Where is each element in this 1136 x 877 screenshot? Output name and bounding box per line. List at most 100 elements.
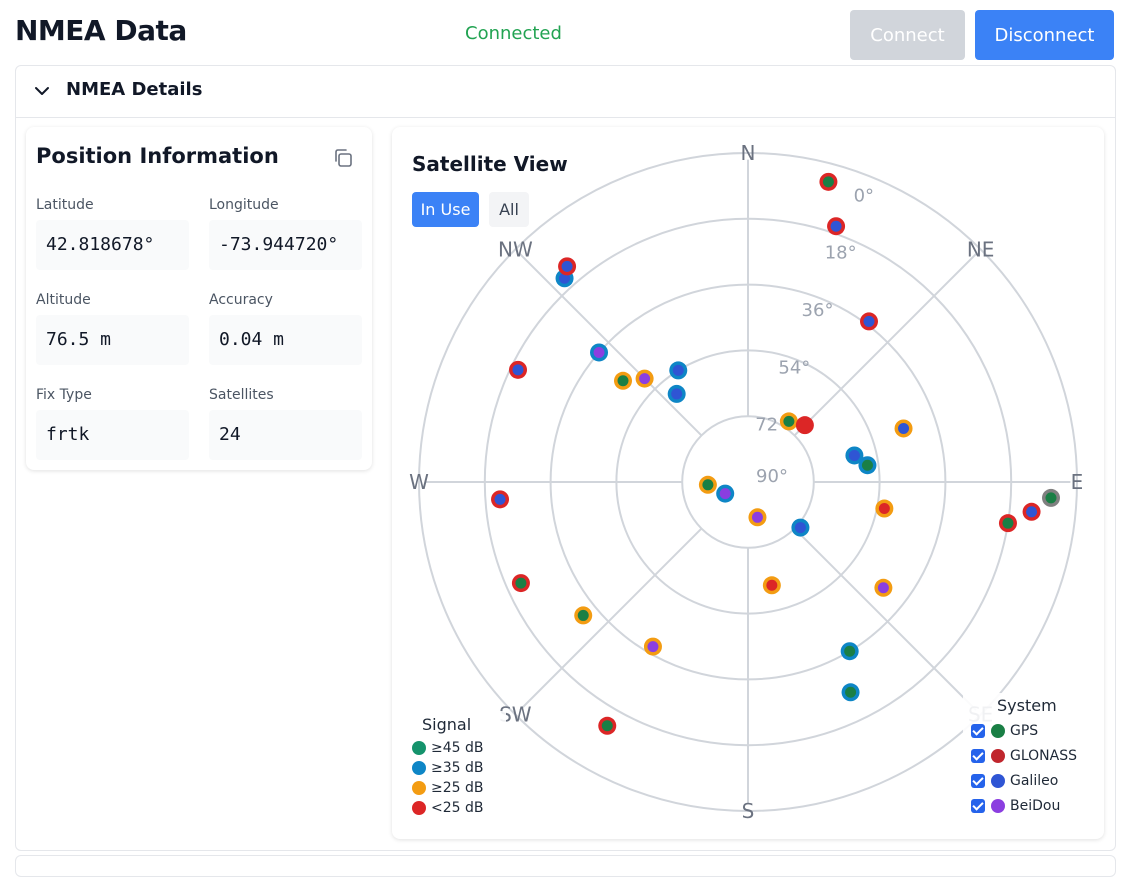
satellite-marker: [877, 582, 889, 594]
latitude-value: 42.818678°: [36, 220, 189, 270]
longitude-label: Longitude: [209, 197, 279, 213]
checkbox-glonass[interactable]: [971, 749, 985, 763]
satellite-marker: [1002, 517, 1014, 529]
satellite-marker: [1045, 492, 1057, 504]
satellite-marker: [601, 720, 613, 732]
direction-label: NW: [498, 237, 533, 261]
elevation-label: 54°: [778, 357, 810, 378]
satellite-marker: [766, 579, 778, 591]
satellite-view-title: Satellite View: [412, 152, 568, 176]
satellite-marker: [863, 315, 875, 327]
system-legend-label: GPS: [1010, 723, 1039, 739]
satellite-marker: [561, 260, 573, 272]
connection-status: Connected: [465, 23, 562, 44]
satellite-marker: [512, 364, 524, 376]
system-swatch: [991, 749, 1005, 763]
panel-title: NMEA Details: [66, 79, 203, 100]
position-information-card: Position Information Latitude 42.818678°…: [26, 127, 372, 470]
satellites-label: Satellites: [209, 387, 274, 403]
satellite-marker: [639, 373, 651, 385]
page-title: NMEA Data: [15, 14, 187, 47]
azimuth-spoke: [793, 253, 977, 437]
altitude-label: Altitude: [36, 292, 91, 308]
satellite-marker: [794, 522, 806, 534]
accuracy-value: 0.04 m: [209, 315, 362, 365]
satellite-marker: [822, 176, 834, 188]
system-legend-label: Galileo: [1010, 773, 1059, 789]
satellite-view-card: 0°18°36°54°72°90°NNEESESSWWNW Satellite …: [392, 127, 1104, 839]
fix-type-value: frtk: [36, 410, 189, 460]
satellite-marker: [672, 364, 684, 376]
satellite-marker: [878, 503, 890, 515]
signal-legend: Signal ≥45 dB ≥35 dB ≥25 dB <25 dB: [412, 711, 506, 821]
elevation-label: 90°: [756, 466, 788, 487]
satellite-marker: [647, 641, 659, 653]
satellite-marker: [1026, 506, 1038, 518]
latitude-label: Latitude: [36, 197, 94, 213]
satellite-marker: [830, 220, 842, 232]
system-legend-label: GLONASS: [1010, 748, 1077, 764]
satellite-marker: [799, 419, 811, 431]
next-panel: [15, 855, 1116, 877]
connect-button[interactable]: Connect: [850, 10, 965, 60]
azimuth-spoke: [519, 527, 703, 711]
satellite-marker: [719, 488, 731, 500]
direction-label: W: [409, 470, 429, 494]
checkbox-galileo[interactable]: [971, 774, 985, 788]
satellite-marker: [617, 375, 629, 387]
disconnect-button[interactable]: Disconnect: [975, 10, 1114, 60]
satellite-marker: [898, 422, 910, 434]
checkbox-beidou[interactable]: [971, 799, 985, 813]
system-filter-gps[interactable]: GPS: [971, 721, 1038, 741]
direction-label: N: [741, 141, 756, 165]
system-legend-label: BeiDou: [1010, 798, 1061, 814]
signal-legend-label: <25 dB: [431, 800, 484, 816]
satellite-marker: [845, 686, 857, 698]
system-swatch: [991, 774, 1005, 788]
satellite-marker: [844, 645, 856, 657]
satellite-marker: [494, 493, 506, 505]
satellite-marker: [848, 449, 860, 461]
accuracy-label: Accuracy: [209, 292, 273, 308]
satellite-marker: [861, 459, 873, 471]
signal-legend-item: <25 dB: [412, 798, 484, 818]
fix-type-label: Fix Type: [36, 387, 92, 403]
signal-swatch: [412, 801, 426, 815]
signal-swatch: [412, 761, 426, 775]
tab-in-use[interactable]: In Use: [412, 192, 479, 227]
satellite-marker: [783, 415, 795, 427]
elevation-label: 36°: [802, 300, 834, 321]
direction-label: NE: [967, 237, 995, 261]
signal-legend-label: ≥25 dB: [431, 780, 484, 796]
checkbox-gps[interactable]: [971, 724, 985, 738]
satellite-marker: [593, 346, 605, 358]
system-swatch: [991, 724, 1005, 738]
longitude-value: -73.944720°: [209, 220, 362, 270]
tab-all[interactable]: All: [489, 192, 529, 227]
satellite-marker: [702, 479, 714, 491]
direction-label: E: [1071, 470, 1084, 494]
satellite-marker: [577, 609, 589, 621]
system-filter-galileo[interactable]: Galileo: [971, 771, 1058, 791]
system-legend-title: System: [997, 696, 1057, 715]
nmea-details-header[interactable]: NMEA Details: [16, 66, 1115, 118]
system-filter-beidou[interactable]: BeiDou: [971, 796, 1060, 816]
azimuth-spoke: [519, 253, 703, 437]
signal-legend-label: ≥45 dB: [431, 740, 484, 756]
satellite-marker: [751, 511, 763, 523]
altitude-value: 76.5 m: [36, 315, 189, 365]
system-filter-glonass[interactable]: GLONASS: [971, 746, 1077, 766]
signal-legend-label: ≥35 dB: [431, 760, 484, 776]
signal-swatch: [412, 781, 426, 795]
signal-legend-item: ≥45 dB: [412, 738, 484, 758]
position-title: Position Information: [36, 144, 279, 168]
elevation-label: 0°: [854, 185, 874, 206]
system-swatch: [991, 799, 1005, 813]
azimuth-spoke: [793, 527, 977, 711]
satellites-value: 24: [209, 410, 362, 460]
chevron-down-icon[interactable]: [34, 83, 50, 99]
signal-swatch: [412, 741, 426, 755]
copy-icon[interactable]: [332, 147, 354, 169]
signal-legend-item: ≥25 dB: [412, 778, 484, 798]
satellite-marker: [515, 577, 527, 589]
